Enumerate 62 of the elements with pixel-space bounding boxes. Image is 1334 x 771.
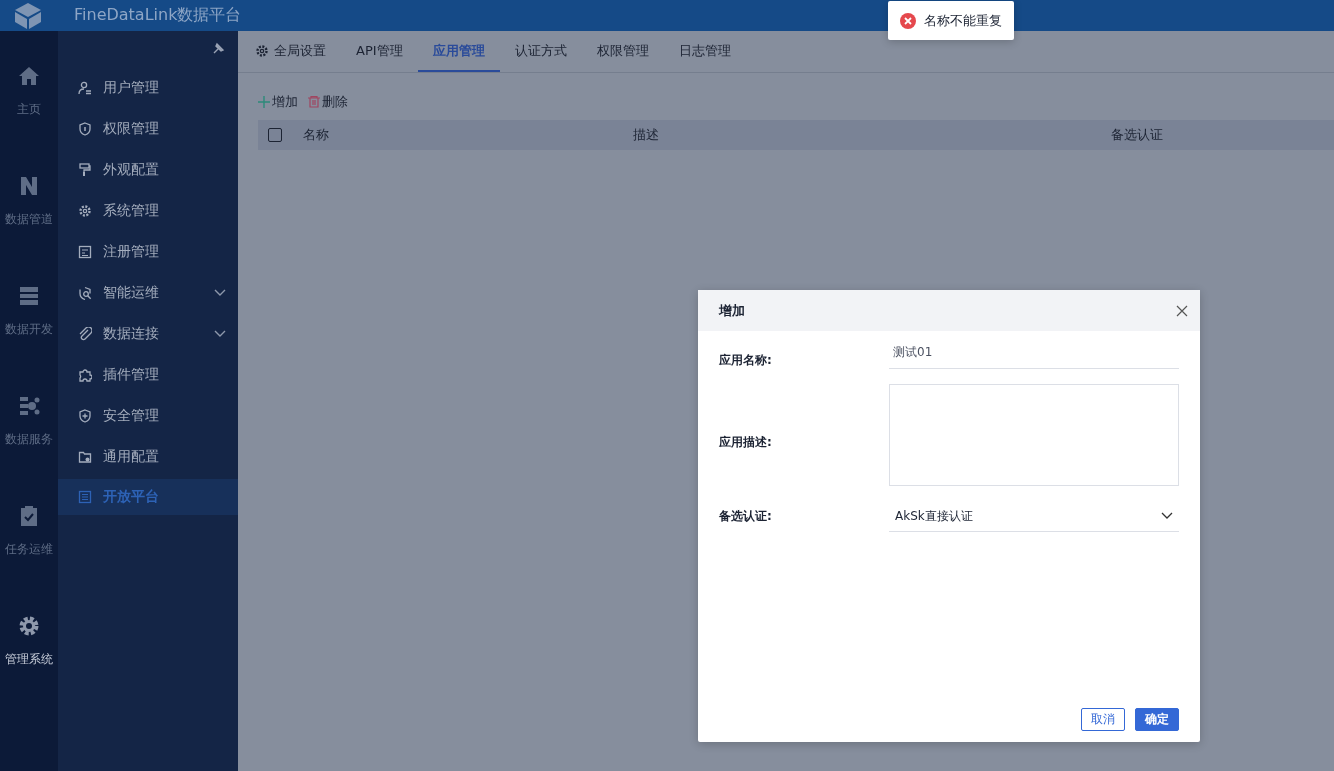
column-header: 备选认证 [1111, 126, 1164, 144]
error-icon [900, 12, 916, 29]
tab[interactable]: 全局设置 [250, 31, 341, 72]
gear-icon [78, 203, 92, 218]
name-input-field[interactable]: 测试01 [889, 337, 1179, 369]
sidebar-item[interactable]: 数据连接 [58, 313, 238, 354]
toast-message: 名称不能重复 [924, 11, 1002, 30]
cube-logo-icon [12, 1, 44, 30]
sidebar-item[interactable]: 智能运维 [58, 272, 238, 313]
sidebar-item[interactable]: 通用配置 [58, 436, 238, 477]
rail-item[interactable]: 管理系统 [0, 615, 58, 725]
sidebar-item[interactable]: 安全管理 [58, 395, 238, 436]
trash-icon [308, 96, 320, 108]
sidebar-item[interactable]: 外观配置 [58, 149, 238, 190]
sidebar-item[interactable]: 权限管理 [58, 108, 238, 149]
rail-item[interactable]: 数据服务 [0, 395, 58, 505]
chevron-down-icon [214, 329, 226, 338]
puzzle-icon [78, 367, 92, 382]
column-header: 描述 [633, 126, 660, 144]
folder-gear-icon [78, 449, 92, 464]
confirm-button[interactable]: 确定 [1135, 708, 1179, 731]
server-stack-icon [18, 285, 40, 307]
tab[interactable]: 日志管理 [663, 31, 746, 72]
rail-item[interactable]: 数据管道 [0, 175, 58, 285]
select-all-checkbox[interactable] [268, 128, 282, 142]
auth-select[interactable]: AkSk直接认证 [889, 501, 1179, 532]
column-header: 名称 [303, 126, 330, 144]
sidebar-item[interactable]: 用户管理 [58, 67, 238, 108]
gear-icon [18, 615, 40, 637]
magnifier-icon [78, 285, 92, 300]
house-icon [18, 65, 40, 87]
close-icon [1176, 304, 1188, 317]
sidebar-item[interactable]: 注册管理 [58, 231, 238, 272]
field-label: 备选认证: [719, 508, 773, 525]
paint-roller-icon [78, 162, 92, 177]
chevron-down-icon [1161, 512, 1173, 520]
nodes-icon [18, 395, 40, 417]
list-icon [78, 490, 92, 504]
delete-button[interactable]: 删除 [308, 93, 348, 111]
shield-icon [78, 121, 92, 136]
form-icon [78, 244, 92, 259]
person-icon [78, 80, 92, 95]
tab[interactable]: 权限管理 [581, 31, 664, 72]
clipboard-check-icon [18, 505, 40, 527]
cancel-button[interactable]: 取消 [1081, 708, 1125, 731]
tab[interactable]: 认证方式 [499, 31, 582, 72]
plus-icon [258, 96, 270, 108]
add-button[interactable]: 增加 [258, 93, 298, 111]
rail-item[interactable]: 数据开发 [0, 285, 58, 395]
rail-item[interactable]: 任务运维 [0, 505, 58, 615]
sidebar-item[interactable]: 插件管理 [58, 354, 238, 395]
sidebar-item[interactable]: 系统管理 [58, 190, 238, 231]
app-title: FineDataLink数据平台 [74, 5, 242, 26]
dialog-title: 增加 [719, 301, 745, 320]
settings-icon [255, 43, 269, 58]
chevron-down-icon [214, 288, 226, 297]
field-label: 应用名称: [719, 352, 773, 369]
tab[interactable]: API管理 [341, 31, 418, 72]
rail-item[interactable]: 主页 [0, 65, 58, 175]
shield-plus-icon [78, 408, 92, 423]
field-label: 应用描述: [719, 434, 773, 451]
paperclip-icon [78, 326, 92, 341]
